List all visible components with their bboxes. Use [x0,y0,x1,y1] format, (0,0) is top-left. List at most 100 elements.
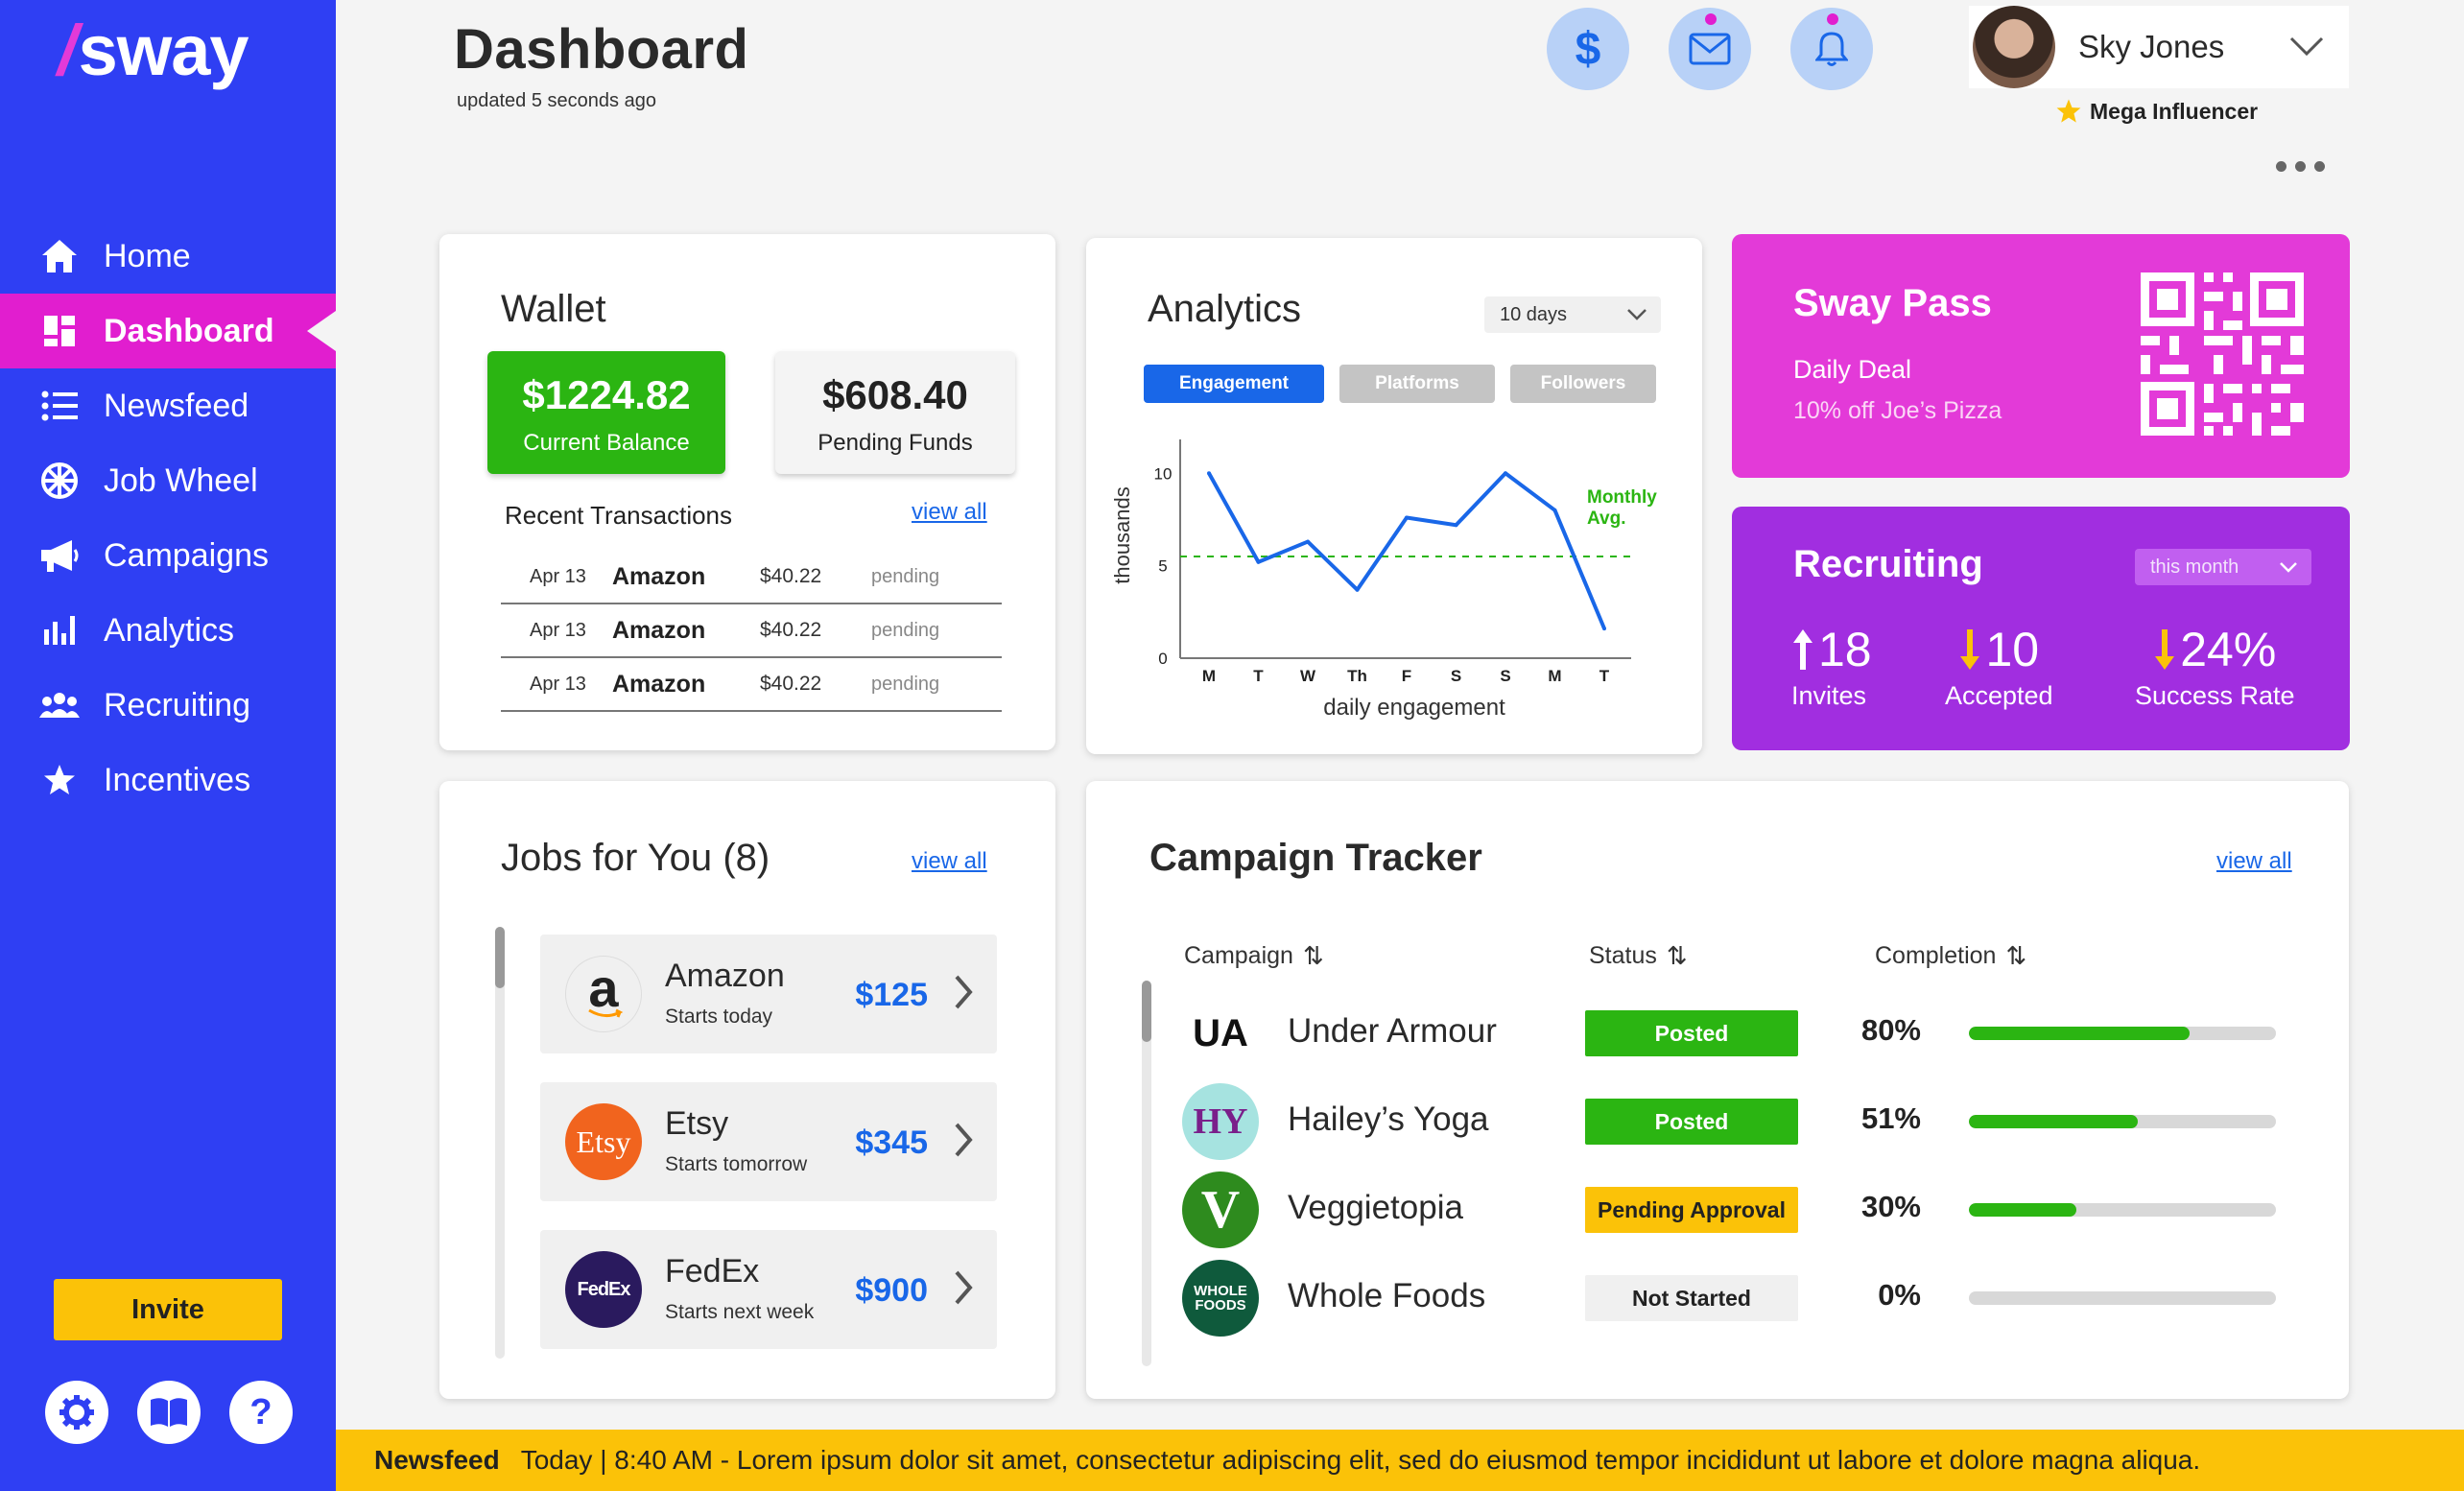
engagement-line-chart: thousands daily engagement Monthly Avg. … [1110,439,1657,721]
avg-label: Monthly [1587,487,1657,508]
column-header-campaign[interactable]: Campaign ⇅ [1184,941,1324,971]
data-point[interactable] [1552,508,1557,512]
job-item-etsy[interactable]: Etsy Etsy Starts tomorrow $345 [540,1082,997,1201]
x-tick-label: T [1253,667,1264,685]
data-point[interactable] [1355,587,1360,592]
sidebar-item-analytics[interactable]: Analytics [0,593,336,668]
user-name: Sky Jones [2078,29,2225,64]
x-tick-label: Th [1347,667,1367,685]
progress-bar [1969,1027,2276,1040]
status-badge: Pending Approval [1585,1187,1798,1233]
recruiting-period-select[interactable]: this month [2135,549,2311,585]
completion-percent: 30% [1860,1190,1921,1223]
campaign-logo-icon: HY [1182,1083,1259,1160]
help-icon[interactable]: ? [229,1381,293,1444]
campaign-name: Under Armour [1288,1012,1497,1050]
notifications-button[interactable] [1790,8,1873,90]
x-tick-label: M [1548,667,1561,685]
newsfeed-ticker[interactable]: Newsfeed Today | 8:40 AM - Lorem ipsum d… [336,1430,2464,1491]
fedex-logo-icon: FedEx [565,1251,642,1328]
jobs-title: Jobs for You (8) [501,837,770,879]
transaction-row[interactable]: Apr 13 Amazon $40.22 pending [501,658,1002,712]
sidebar-item-job-wheel[interactable]: Job Wheel [0,443,336,518]
x-tick-label: T [1599,667,1610,685]
transaction-row[interactable]: Apr 13 Amazon $40.22 pending [501,604,1002,658]
more-options-icon[interactable] [2276,161,2325,172]
sort-icon: ⇅ [1666,941,1688,970]
campaigns-scrollbar[interactable] [1142,981,1151,1366]
column-header-completion[interactable]: Completion ⇅ [1875,941,2026,971]
y-tick-label: 10 [1154,464,1173,483]
balance-amount: $1224.82 [522,372,691,417]
data-point[interactable] [1504,471,1507,476]
list-icon [38,385,81,427]
arrow-up-icon [1793,629,1812,670]
sidebar-item-label: Recruiting [104,686,251,723]
campaign-row[interactable]: HY Hailey’s Yoga Posted 51% [1182,1078,2314,1165]
transactions-view-all-link[interactable]: view all [912,499,987,526]
chevron-down-icon [2289,36,2324,57]
completion-percent: 80% [1860,1013,1921,1047]
arrow-down-icon [2155,629,2175,670]
recruiting-card: Recruiting this month 18 Invites 10 Acce… [1732,507,2350,750]
megaphone-icon [38,534,81,577]
gear-icon[interactable] [45,1381,108,1444]
campaign-name: Hailey’s Yoga [1288,1100,1489,1138]
campaigns-view-all-link[interactable]: view all [2216,848,2292,875]
sidebar-item-dashboard[interactable]: Dashboard [0,294,336,368]
sidebar-nav: Home Dashboard Newsfeed Job Wheel Campai… [0,219,336,817]
sidebar-item-label: Job Wheel [104,462,258,499]
data-point[interactable] [1256,559,1261,564]
sidebar-item-incentives[interactable]: Incentives [0,743,336,817]
data-point[interactable] [1306,539,1310,544]
progress-fill [1969,1203,2076,1217]
ticker-text: Today | 8:40 AM - Lorem ipsum dolor sit … [520,1445,2201,1475]
transaction-row[interactable]: Apr 13 Amazon $40.22 pending [501,551,1002,604]
wallet-button[interactable]: $ [1547,8,1629,90]
campaign-logo-icon: WHOLE FOODS [1182,1260,1259,1337]
data-point[interactable] [1207,471,1211,476]
sidebar-item-label: Home [104,237,191,274]
sway-pass-card[interactable]: Sway Pass Daily Deal 10% off Joe’s Pizza [1732,234,2350,478]
invite-button[interactable]: Invite [54,1279,282,1340]
campaign-logo-icon: UA [1182,995,1259,1072]
sidebar-item-label: Newsfeed [104,387,249,424]
chevron-down-icon [2280,562,2297,573]
arrow-down-icon [1960,629,1980,670]
data-point[interactable] [1405,515,1409,520]
jobs-view-all-link[interactable]: view all [912,848,987,875]
sidebar-item-newsfeed[interactable]: Newsfeed [0,368,336,443]
sway-logo[interactable]: /sway [58,10,249,91]
sidebar-item-campaigns[interactable]: Campaigns [0,518,336,593]
pending-funds: $608.40 Pending Funds [775,351,1015,474]
campaign-row[interactable]: WHOLE FOODS Whole Foods Not Started 0% [1182,1255,2314,1341]
book-icon[interactable] [137,1381,201,1444]
x-tick-label: M [1202,667,1216,685]
etsy-logo-icon: Etsy [565,1103,642,1180]
mail-icon [1689,33,1731,65]
user-badge: Mega Influencer [2055,98,2258,125]
column-header-status[interactable]: Status ⇅ [1589,941,1688,971]
amazon-logo-icon: a [565,956,642,1032]
data-point[interactable] [1454,523,1458,528]
qr-code-icon[interactable] [2141,272,2304,436]
data-point[interactable] [1602,627,1606,631]
job-item-amazon[interactable]: a Amazon Starts today $125 [540,935,997,1053]
stat-accepted: 10 Accepted [1945,623,2053,710]
messages-button[interactable] [1669,8,1751,90]
progress-bar [1969,1203,2276,1217]
sidebar-item-home[interactable]: Home [0,219,336,294]
campaign-row[interactable]: V Veggietopia Pending Approval 30% [1182,1167,2314,1253]
progress-bar [1969,1115,2276,1128]
campaign-tracker-title: Campaign Tracker [1149,837,1482,879]
home-icon [38,235,81,277]
chevron-right-icon [955,1123,973,1157]
jobs-scrollbar[interactable] [495,927,505,1359]
pending-label: Pending Funds [817,430,973,456]
last-updated: updated 5 seconds ago [457,90,656,111]
user-menu[interactable]: Sky Jones [1969,6,2349,88]
sidebar-item-recruiting[interactable]: Recruiting [0,668,336,743]
campaign-row[interactable]: UA Under Armour Posted 80% [1182,990,2314,1077]
sort-icon: ⇅ [2005,941,2027,970]
job-item-fedex[interactable]: FedEx FedEx Starts next week $900 [540,1230,997,1349]
